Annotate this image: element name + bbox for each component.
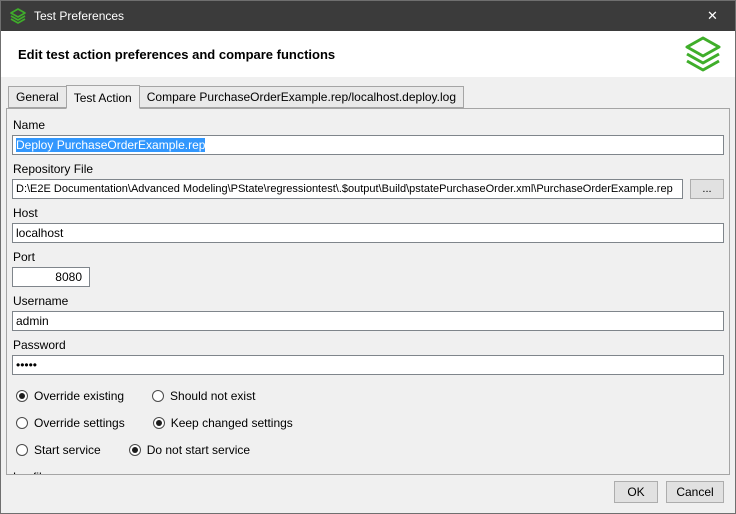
radio-label: Override settings <box>34 416 125 430</box>
radio-label: Should not exist <box>170 389 255 403</box>
radio-circle-icon <box>16 444 28 456</box>
tab-test-action[interactable]: Test Action <box>66 85 140 109</box>
radio-label: Keep changed settings <box>171 416 293 430</box>
password-input[interactable] <box>12 355 724 375</box>
radio-should-not-exist[interactable]: Should not exist <box>152 389 255 403</box>
tab-general[interactable]: General <box>8 86 67 108</box>
radio-override-existing[interactable]: Override existing <box>16 389 124 403</box>
close-icon[interactable]: ✕ <box>690 1 735 31</box>
tab-strip: General Test Action Compare PurchaseOrde… <box>1 77 735 108</box>
host-label: Host <box>13 206 723 220</box>
radio-start-service[interactable]: Start service <box>16 443 101 457</box>
radio-label: Start service <box>34 443 101 457</box>
titlebar: Test Preferences ✕ <box>1 1 735 31</box>
radio-label: Do not start service <box>147 443 250 457</box>
dialog-description: Edit test action preferences and compare… <box>18 47 683 62</box>
test-action-panel: Name Deploy PurchaseOrderExample.rep Rep… <box>6 108 730 475</box>
tab-compare[interactable]: Compare PurchaseOrderExample.rep/localho… <box>139 86 464 108</box>
radio-keep-changed-settings[interactable]: Keep changed settings <box>153 416 293 430</box>
name-value-selected: Deploy PurchaseOrderExample.rep <box>16 138 205 152</box>
radio-circle-icon <box>16 417 28 429</box>
dialog-footer: OK Cancel <box>1 475 735 513</box>
exist-options-row: Override existing Should not exist <box>16 389 720 403</box>
radio-circle-icon <box>153 417 165 429</box>
brand-logo-icon <box>683 34 723 74</box>
window-title: Test Preferences <box>34 9 690 23</box>
repository-file-label: Repository File <box>13 162 723 176</box>
ok-button[interactable]: OK <box>614 481 658 503</box>
port-label: Port <box>13 250 723 264</box>
username-input[interactable] <box>12 311 724 331</box>
repository-file-browse-button[interactable]: ... <box>690 179 724 199</box>
settings-options-row: Override settings Keep changed settings <box>16 416 720 430</box>
repository-file-input[interactable] <box>12 179 683 199</box>
test-preferences-dialog: Test Preferences ✕ Edit test action pref… <box>0 0 736 514</box>
radio-circle-icon <box>152 390 164 402</box>
name-input[interactable]: Deploy PurchaseOrderExample.rep <box>12 135 724 155</box>
app-logo-icon <box>10 8 26 24</box>
username-label: Username <box>13 294 723 308</box>
host-input[interactable] <box>12 223 724 243</box>
cancel-button[interactable]: Cancel <box>666 481 724 503</box>
name-label: Name <box>13 118 723 132</box>
radio-circle-icon <box>16 390 28 402</box>
deploy-options: Override existing Should not exist Overr… <box>16 389 720 457</box>
radio-label: Override existing <box>34 389 124 403</box>
logfile-label: Logfile <box>13 470 723 475</box>
port-input[interactable] <box>12 267 90 287</box>
password-label: Password <box>13 338 723 352</box>
service-options-row: Start service Do not start service <box>16 443 720 457</box>
radio-do-not-start-service[interactable]: Do not start service <box>129 443 250 457</box>
dialog-header: Edit test action preferences and compare… <box>1 31 735 77</box>
radio-circle-icon <box>129 444 141 456</box>
radio-override-settings[interactable]: Override settings <box>16 416 125 430</box>
